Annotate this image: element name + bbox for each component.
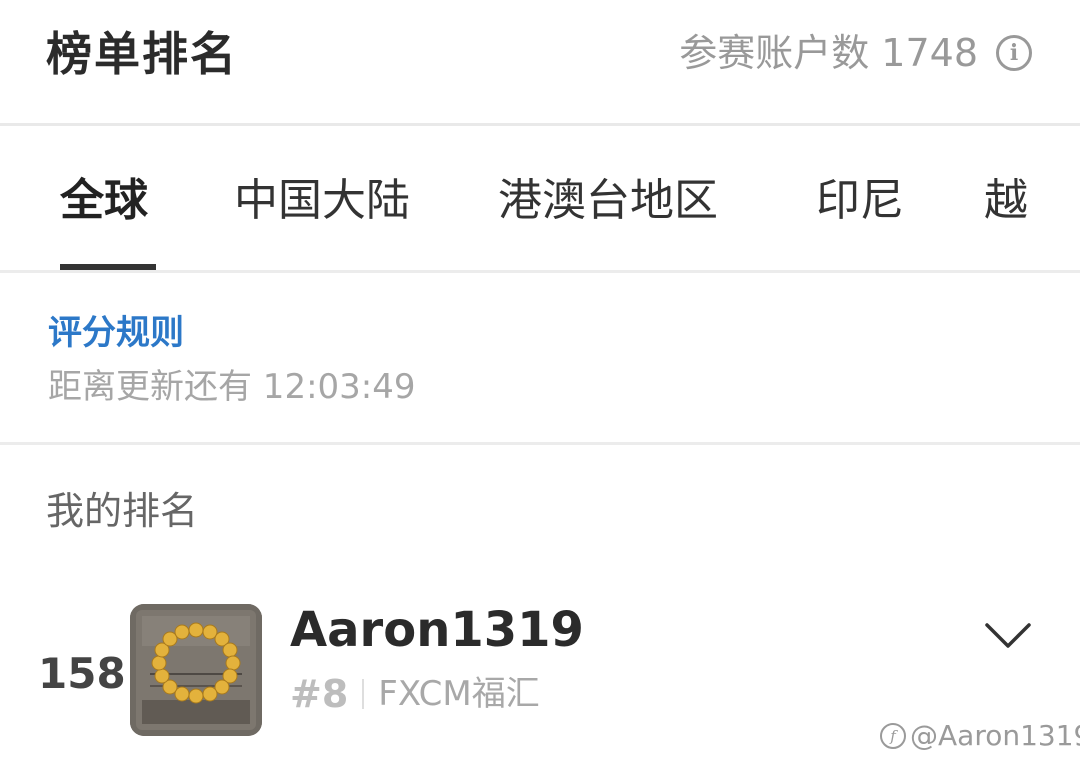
broker-name: FXCM福汇 bbox=[378, 674, 540, 714]
page-title: 榜单排名 bbox=[46, 27, 238, 81]
tab-indonesia[interactable]: 印尼 bbox=[816, 172, 904, 230]
active-tab-indicator bbox=[60, 264, 156, 270]
divider bbox=[362, 679, 365, 709]
participants-label: 参赛账户数 1748 bbox=[679, 31, 978, 75]
scoring-rules-link[interactable]: 评分规则 bbox=[48, 311, 184, 355]
bracelet-image bbox=[130, 604, 262, 736]
my-ranking-title: 我的排名 bbox=[46, 489, 199, 533]
info-icon[interactable]: i bbox=[996, 35, 1032, 71]
update-countdown: 距离更新还有 12:03:49 bbox=[48, 367, 416, 407]
participants-count: 参赛账户数 1748 i bbox=[679, 28, 1032, 78]
avatar bbox=[130, 604, 262, 736]
chevron-down-icon[interactable] bbox=[984, 620, 1032, 650]
page-header: 榜单排名 参赛账户数 1748 i bbox=[0, 0, 1080, 126]
zhihu-logo-icon: f bbox=[880, 723, 906, 749]
tab-mainland-china[interactable]: 中国大陆 bbox=[234, 172, 410, 230]
username: Aaron1319 bbox=[290, 602, 584, 658]
watermark: f @Aaron1319 bbox=[880, 716, 1080, 756]
rank-number: 158 bbox=[38, 649, 126, 698]
tab-global[interactable]: 全球 bbox=[60, 172, 148, 230]
tab-vietnam[interactable]: 越 bbox=[984, 172, 1028, 230]
watermark-text: @Aaron1319 bbox=[910, 719, 1080, 752]
account-sub-info: #8 FXCM福汇 bbox=[290, 670, 540, 718]
region-tabs: 全球 中国大陆 港澳台地区 印尼 越 bbox=[0, 128, 1080, 273]
tab-hk-macau-taiwan[interactable]: 港澳台地区 bbox=[498, 172, 718, 230]
rules-section: 评分规则 距离更新还有 12:03:49 bbox=[0, 273, 1080, 445]
regional-rank-tag: #8 bbox=[290, 672, 349, 716]
